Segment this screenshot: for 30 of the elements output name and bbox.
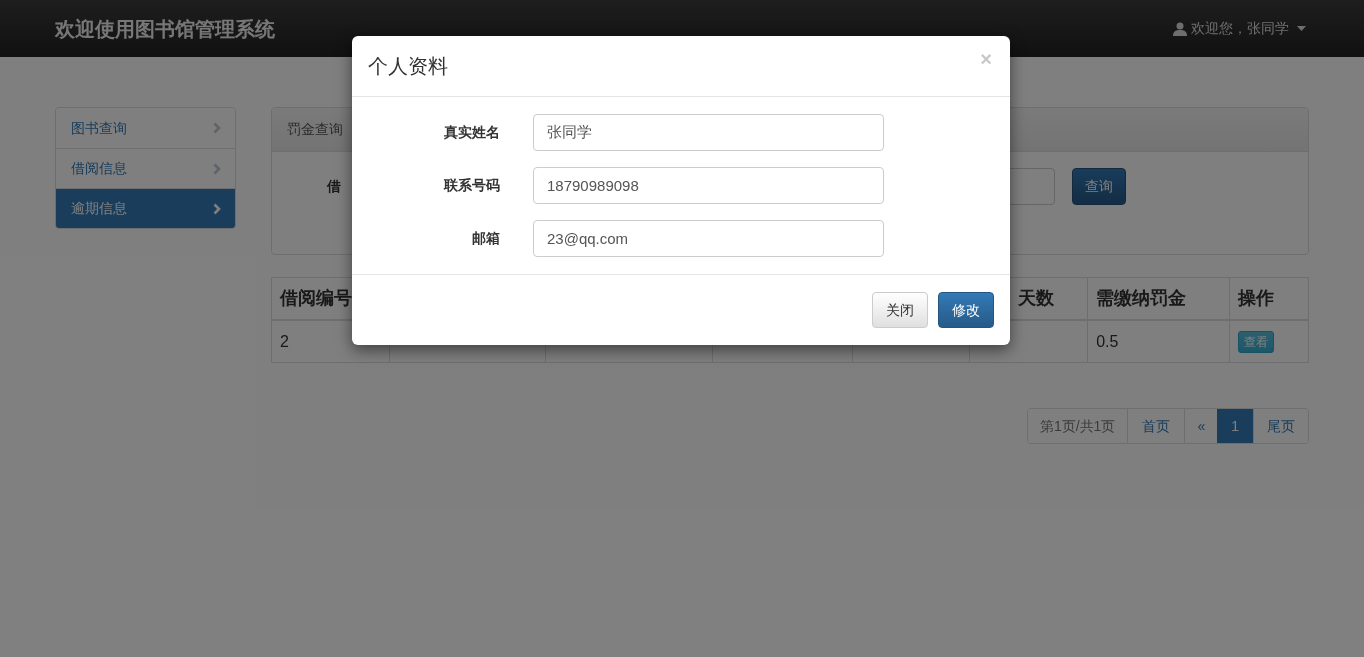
dialog-button[interactable]: 关闭 <box>872 292 928 328</box>
user-menu[interactable]: 欢迎您，张同学 <box>1173 18 1306 39</box>
search-label: 借 <box>327 177 342 196</box>
dialog-button[interactable]: 修改 <box>938 292 994 328</box>
column-header: 需缴纳罚金 <box>1096 287 1187 310</box>
close-button[interactable]: × <box>980 44 992 74</box>
column-header: 借阅编号 <box>280 287 352 310</box>
table-cell-text: 0.5 <box>1096 331 1119 352</box>
field-label: 真实姓名 <box>443 123 500 142</box>
last-page-link[interactable]: 尾页 <box>1253 409 1308 443</box>
text-field[interactable]: 18790989098 <box>533 167 884 204</box>
search-button[interactable]: 查询 <box>1072 168 1126 205</box>
user-icon <box>1173 21 1187 36</box>
caret-icon <box>1297 26 1306 31</box>
column-header: 天数 <box>1018 287 1055 310</box>
chevron-right-icon <box>213 202 221 215</box>
sidebar-item[interactable]: 逾期信息 <box>56 188 235 228</box>
text-field[interactable]: 张同学 <box>533 114 884 151</box>
chevron-right-icon <box>213 162 221 175</box>
column-header: 操作 <box>1238 287 1275 310</box>
chevron-right-icon <box>213 122 221 134</box>
field-label: 邮箱 <box>471 229 500 248</box>
brand-title[interactable]: 欢迎使用图书馆管理系统 <box>55 13 275 44</box>
field-label: 联系号码 <box>442 176 500 195</box>
table-cell-text: 2 <box>280 331 289 352</box>
view-button[interactable]: 查看 <box>1238 330 1275 353</box>
text-field[interactable]: 23@qq.com <box>533 220 884 257</box>
page-link[interactable]: 1 <box>1217 409 1253 443</box>
panel-title: 罚金查询 <box>287 120 343 139</box>
dialog-title: 个人资料 <box>368 54 448 79</box>
